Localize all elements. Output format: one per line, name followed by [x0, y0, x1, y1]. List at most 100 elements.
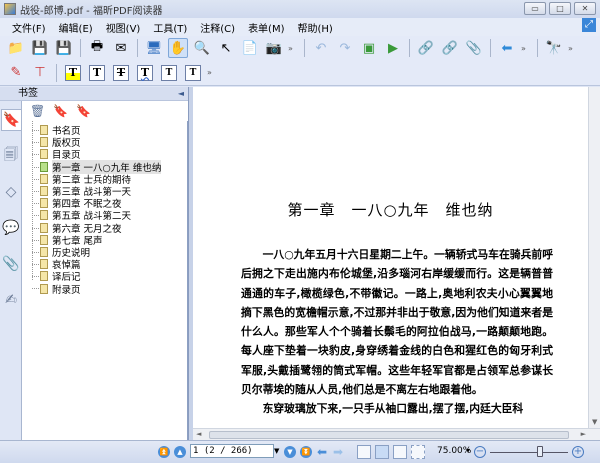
menu-form[interactable]: 表单(M)	[248, 20, 284, 35]
comment-toolbar: ✎ ⊤ T T T T T T »	[0, 60, 600, 86]
undo-icon[interactable]: ↶	[311, 38, 331, 58]
scroll-down-icon[interactable]: ▼	[592, 418, 597, 426]
snapshot-camera-icon[interactable]: 📷	[264, 38, 284, 58]
vertical-scrollbar[interactable]: ▼	[588, 87, 600, 428]
bookmark-icon	[40, 173, 48, 184]
replace-text-icon[interactable]: T	[159, 63, 179, 83]
window-title: 战役-郎博.pdf - 福昕PDF阅读器	[20, 5, 163, 17]
collapse-panel-icon[interactable]: ◄	[178, 87, 184, 101]
highlight-icon[interactable]: T	[63, 63, 83, 83]
strikeout-icon[interactable]: T	[111, 63, 131, 83]
separator	[56, 63, 57, 82]
select-arrow-icon[interactable]: ↖	[216, 38, 236, 58]
menu-comment[interactable]: 注释(C)	[200, 20, 235, 35]
hand-tool-icon[interactable]: ✋	[168, 38, 188, 58]
insert-text-icon[interactable]: T	[183, 63, 203, 83]
menu-bar: 文件(F) 编辑(E) 视图(V) 工具(T) 注释(C) 表单(M) 帮助(H…	[0, 18, 600, 36]
attachment-icon[interactable]: 📎	[464, 38, 484, 58]
save-as-icon[interactable]: 💾	[54, 38, 74, 58]
menu-edit[interactable]: 编辑(E)	[59, 20, 93, 35]
media-play-icon[interactable]: ▶	[383, 38, 403, 58]
bookmark-tab-icon[interactable]: 🔖	[1, 109, 21, 131]
pages-tab-icon[interactable]: 🗐	[1, 145, 21, 167]
menu-help[interactable]: 帮助(H)	[298, 20, 333, 35]
squiggly-icon[interactable]: T	[135, 63, 155, 83]
zoom-out-icon[interactable]: −	[474, 446, 486, 458]
bookmark-icon	[40, 259, 48, 270]
link-icon[interactable]: 🔗	[416, 38, 436, 58]
paragraph: 一八○九年五月十六日星期二上午。一辆轿式马车在骑兵前呼后拥之下走出施内布伦城堡,…	[241, 248, 553, 397]
image-icon[interactable]: ▣	[359, 38, 379, 58]
separator	[409, 39, 410, 57]
underline-text-icon[interactable]: T	[87, 63, 107, 83]
back-view-icon[interactable]: ⬅	[316, 446, 328, 458]
comments-tab-icon[interactable]: 💬	[1, 217, 21, 239]
menu-view[interactable]: 视图(V)	[106, 20, 141, 35]
bookmark-icon	[40, 186, 48, 197]
redo-icon[interactable]: ↷	[335, 38, 355, 58]
bookmark-item[interactable]: 哀悼篇	[22, 258, 187, 271]
bookmark-item[interactable]: 书名页	[22, 124, 187, 137]
bookmark-item[interactable]: 附录页	[22, 282, 187, 296]
bookmark-tree: 书名页 版权页 目录页 第一章 一八○九年 维也纳 第二章 士兵的期待 第三章 战斗第一天…	[22, 121, 188, 440]
forward-view-icon[interactable]: ➡	[332, 446, 344, 458]
bookmark-item[interactable]: 版权页	[22, 136, 187, 149]
save-icon[interactable]: 💾	[30, 38, 50, 58]
first-page-icon[interactable]: ⏫	[158, 446, 170, 458]
menu-file[interactable]: 文件(F)	[12, 20, 46, 35]
bookmark-item[interactable]: 第七章 尾声	[22, 234, 187, 247]
menu-tools[interactable]: 工具(T)	[153, 20, 187, 35]
zoom-glass-icon[interactable]: 🔍	[192, 38, 212, 58]
open-folder-icon[interactable]: 📁	[6, 38, 26, 58]
separator	[80, 39, 81, 57]
find-binoculars-icon[interactable]: 🔭	[544, 38, 564, 58]
horizontal-scrollbar[interactable]: ◄ ►	[193, 428, 600, 440]
add-bookmark-icon[interactable]: 🔖	[53, 104, 68, 118]
more-chevron-icon[interactable]: »	[288, 44, 298, 53]
print-icon[interactable]: 🖶	[87, 38, 107, 58]
bookmark-icon	[40, 210, 48, 221]
maximize-button[interactable]: □	[549, 2, 571, 15]
last-page-icon[interactable]: ⏬	[300, 446, 312, 458]
next-page-icon[interactable]: ▼	[284, 446, 296, 458]
continuous-facing-icon[interactable]	[411, 445, 425, 459]
panel-title: 书签	[18, 88, 38, 99]
zoom-dropdown-icon[interactable]: ▾	[466, 446, 470, 455]
zoom-slider-track[interactable]	[490, 452, 568, 453]
fullscreen-icon[interactable]: ⤢	[582, 18, 596, 32]
single-page-icon[interactable]	[357, 445, 371, 459]
previous-page-icon[interactable]: ▲	[174, 446, 186, 458]
email-icon[interactable]: ✉	[111, 38, 131, 58]
paragraph: 东穿玻璃放下来,一只手从袖口露出,摆了摆,内廷大臣科	[262, 402, 524, 416]
delete-trash-icon[interactable]: 🗑	[30, 104, 45, 118]
document-page: 第一章 一八○九年 维也纳 一八○九年五月十六日星期二上午。一辆轿式马车在骑兵前…	[193, 87, 588, 428]
more-chevron-icon[interactable]: »	[207, 68, 217, 77]
typewriter-icon[interactable]: ✎	[6, 63, 26, 83]
close-button[interactable]: ✕	[574, 2, 596, 15]
more-chevron-icon[interactable]: »	[568, 44, 578, 53]
scroll-right-icon[interactable]: ►	[581, 430, 586, 438]
signature-tab-icon[interactable]: ✍	[1, 289, 21, 311]
folder-link-icon[interactable]: 🔗	[440, 38, 460, 58]
layers-tab-icon[interactable]: ◇	[1, 181, 21, 203]
page-dropdown-icon[interactable]: ▼	[274, 444, 282, 458]
zoom-slider-thumb[interactable]	[537, 446, 543, 457]
callout-icon[interactable]: ⊤	[30, 63, 50, 83]
bookmark-item[interactable]: 历史说明	[22, 246, 187, 259]
page-number-input[interactable]: 1 (2 / 266)	[190, 444, 274, 458]
zoom-in-icon[interactable]: +	[572, 446, 584, 458]
bookmark-item[interactable]: 译后记	[22, 270, 187, 283]
scroll-left-icon[interactable]: ◄	[196, 430, 201, 438]
continuous-page-icon[interactable]	[375, 445, 389, 459]
bookmark-item[interactable]: 第六章 无月之夜	[22, 222, 187, 235]
minimize-button[interactable]: ▭	[524, 2, 546, 15]
fullscreen-view-icon[interactable]: 🖥	[144, 38, 164, 58]
more-chevron-icon[interactable]: »	[521, 44, 531, 53]
facing-page-icon[interactable]	[393, 445, 407, 459]
add-child-bookmark-icon[interactable]: 🔖	[76, 104, 91, 118]
scroll-thumb[interactable]	[209, 431, 569, 439]
attachments-tab-icon[interactable]: 📎	[1, 253, 21, 275]
document-body: 一八○九年五月十六日星期二上午。一辆轿式马车在骑兵前呼后拥之下走出施内布伦城堡,…	[241, 245, 553, 419]
back-arrow-icon[interactable]: ⬅	[497, 38, 517, 58]
text-select-icon[interactable]: 📄	[240, 38, 260, 58]
